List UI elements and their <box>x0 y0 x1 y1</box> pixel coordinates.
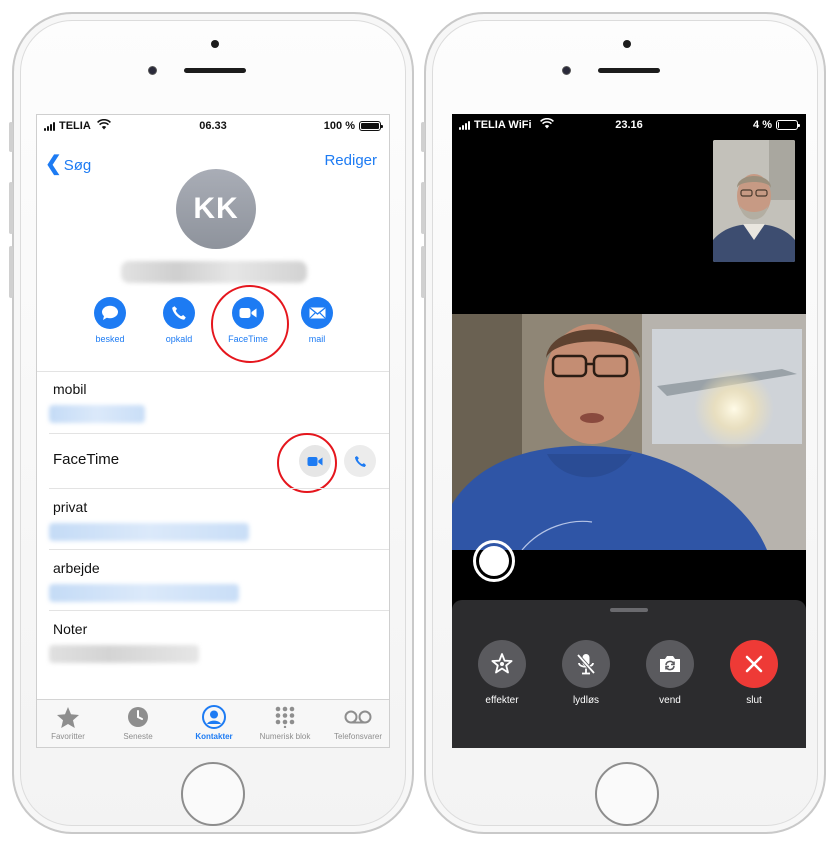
tab-favorites[interactable]: Favoritter <box>37 704 104 741</box>
tab-contacts[interactable]: Kontakter <box>178 704 250 741</box>
mute-switch <box>9 122 13 152</box>
remote-video[interactable] <box>452 314 806 550</box>
battery-percent: 100 % <box>323 120 355 132</box>
remote-person <box>452 314 806 550</box>
flip-camera-control[interactable]: vend <box>640 640 700 706</box>
tab-recents-label: Seneste <box>123 732 153 741</box>
home-button[interactable] <box>181 762 245 826</box>
earpiece-speaker <box>598 68 660 73</box>
header-divider <box>37 371 389 372</box>
proximity-sensor <box>211 40 219 48</box>
front-camera <box>562 66 571 75</box>
person-icon <box>178 704 250 730</box>
contact-screen: TELIA 06.33 100 % ❮ Søg Rediger KK besked… <box>36 114 390 748</box>
capture-photo-button[interactable] <box>473 540 515 582</box>
message-action[interactable]: besked <box>82 297 138 344</box>
call-controls-panel: effekter lydløs vend slut <box>452 600 806 748</box>
back-button[interactable]: ❮ Søg <box>45 151 91 176</box>
facetime-video-highlight-circle <box>277 433 337 493</box>
mute-switch <box>421 122 425 152</box>
tab-contacts-label: Kontakter <box>195 732 233 741</box>
volume-up-button <box>9 182 13 234</box>
right-phone: TELIA WiFi 23.16 4 % effekter lydløs ven… <box>421 12 826 834</box>
battery-percent: 4 % <box>753 119 772 131</box>
mute-label: lydløs <box>572 695 600 706</box>
tab-keypad[interactable]: Numerisk blok <box>249 704 321 741</box>
edit-button[interactable]: Rediger <box>324 152 377 169</box>
chevron-left-icon: ❮ <box>45 153 62 175</box>
proximity-sensor <box>623 40 631 48</box>
flip-camera-label: vend <box>659 695 681 706</box>
mute-control[interactable]: lydløs <box>556 640 616 706</box>
battery-icon <box>359 121 383 131</box>
blurred-arbejde-value[interactable] <box>49 584 239 602</box>
status-bar: TELIA WiFi 23.16 4 % <box>452 114 806 136</box>
facetime-highlight-circle <box>211 285 289 363</box>
effects-label: effekter <box>485 695 519 706</box>
call-label: opkald <box>165 334 193 344</box>
tab-voicemail-label: Telefonsvarer <box>333 732 383 741</box>
self-view-person <box>713 140 795 262</box>
earpiece-speaker <box>184 68 246 73</box>
battery-icon <box>776 120 800 130</box>
privat-label: privat <box>53 499 88 515</box>
volume-down-button <box>9 246 13 298</box>
mail-icon <box>301 297 333 329</box>
effects-icon <box>478 640 526 688</box>
volume-up-button <box>421 182 425 234</box>
blurred-noter-value[interactable] <box>49 645 199 663</box>
avatar: KK <box>176 169 256 249</box>
row-divider <box>49 488 389 489</box>
star-icon <box>37 704 104 730</box>
blurred-contact-name <box>121 261 307 283</box>
tab-recents[interactable]: Seneste <box>102 704 174 741</box>
facetime-audio-button[interactable] <box>344 445 376 477</box>
facetime-row-label: FaceTime <box>53 451 120 468</box>
back-label: Søg <box>63 157 92 174</box>
status-bar: TELIA 06.33 100 % <box>37 115 389 137</box>
effects-control[interactable]: effekter <box>472 640 532 706</box>
panel-grabber[interactable] <box>610 608 648 612</box>
mail-action[interactable]: mail <box>289 297 345 344</box>
phone-icon <box>163 297 195 329</box>
message-label: besked <box>95 334 125 344</box>
end-call-control[interactable]: slut <box>724 640 784 706</box>
volume-down-button <box>421 246 425 298</box>
tab-keypad-label: Numerisk blok <box>259 732 311 741</box>
arbejde-label: arbejde <box>53 560 100 576</box>
mobil-label: mobil <box>53 381 87 397</box>
home-button[interactable] <box>595 762 659 826</box>
row-divider <box>49 610 389 611</box>
facetime-screen: TELIA WiFi 23.16 4 % effekter lydløs ven… <box>452 114 806 748</box>
flip-camera-icon <box>646 640 694 688</box>
tab-favorites-label: Favoritter <box>51 732 85 741</box>
noter-label: Noter <box>53 621 88 637</box>
voicemail-icon <box>322 704 389 730</box>
mail-label: mail <box>308 334 326 344</box>
tab-bar: Favoritter Seneste Kontakter Numerisk bl… <box>37 699 389 747</box>
row-divider <box>49 433 389 434</box>
front-camera <box>148 66 157 75</box>
blurred-privat-value[interactable] <box>49 523 249 541</box>
blurred-mobil-value[interactable] <box>49 405 145 423</box>
end-call-icon <box>730 640 778 688</box>
self-view-video[interactable] <box>713 140 795 262</box>
mic-off-icon <box>562 640 610 688</box>
message-icon <box>94 297 126 329</box>
end-call-label: slut <box>746 695 762 706</box>
left-phone: TELIA 06.33 100 % ❮ Søg Rediger KK besked… <box>9 12 414 834</box>
row-divider <box>49 549 389 550</box>
tab-voicemail[interactable]: Telefonsvarer <box>322 704 389 741</box>
call-action[interactable]: opkald <box>151 297 207 344</box>
keypad-icon <box>249 704 321 730</box>
clock-icon <box>102 704 174 730</box>
